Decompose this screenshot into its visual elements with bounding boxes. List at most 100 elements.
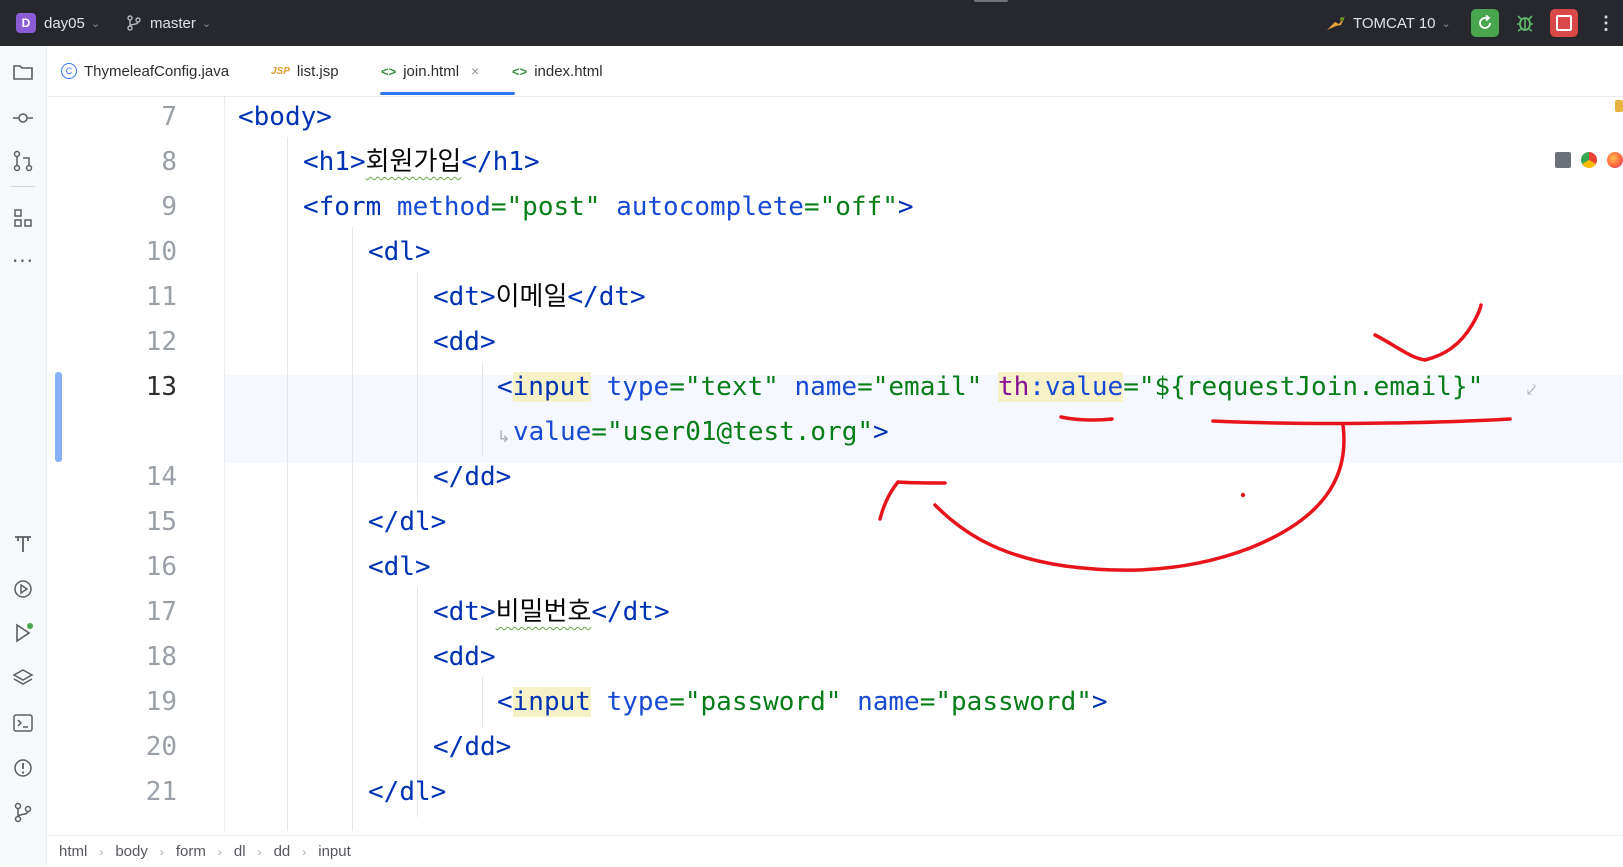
- layers-icon[interactable]: [11, 666, 35, 690]
- tag-name: dl: [399, 777, 431, 807]
- attribute-value: "off": [819, 192, 898, 222]
- code-line: <dt>이메일</dt>: [433, 277, 646, 317]
- tag-bracket: >: [630, 282, 646, 312]
- tag-bracket: >: [873, 417, 889, 447]
- equals: =: [669, 687, 685, 717]
- text-content: 회원가입: [365, 147, 462, 177]
- code-line: <dt>비밀번호</dt>: [433, 592, 670, 632]
- tab-list-jsp[interactable]: JSP list.jsp: [271, 46, 339, 96]
- attribute-name: type: [590, 687, 670, 717]
- close-icon[interactable]: ×: [471, 63, 479, 79]
- tag-bracket: >: [495, 732, 512, 762]
- attribute-value: "password": [935, 687, 1092, 717]
- attribute-value: "user01@test.org": [606, 417, 874, 447]
- tag-name: dl: [383, 552, 415, 582]
- stop-button[interactable]: [1550, 9, 1578, 37]
- folder-icon[interactable]: [11, 60, 35, 84]
- equals: =: [803, 192, 820, 222]
- tag-name-matched: input: [512, 687, 591, 717]
- tag-bracket: >: [495, 462, 512, 492]
- run-icon[interactable]: [11, 621, 35, 645]
- git-branch-icon: [127, 15, 141, 31]
- line-number: 14: [145, 462, 177, 492]
- breadcrumb-item[interactable]: dd: [274, 843, 291, 860]
- tomcat-icon: [1327, 16, 1345, 30]
- project-selector[interactable]: D day05 ⌄: [16, 0, 100, 46]
- run-config-selector[interactable]: TOMCAT 10 ⌄: [1325, 0, 1451, 46]
- indent-guide: [417, 272, 418, 502]
- breadcrumb-item[interactable]: body: [115, 843, 148, 860]
- text-format-icon[interactable]: [11, 532, 35, 556]
- git-icon[interactable]: [11, 800, 35, 824]
- tag-bracket: >: [653, 597, 670, 627]
- attribute-name: value: [1044, 372, 1124, 402]
- structure-icon[interactable]: [11, 206, 35, 230]
- chevron-right-icon: ›: [257, 844, 262, 859]
- rerun-button[interactable]: [1471, 9, 1499, 37]
- indent-guide: [482, 677, 483, 727]
- tag-name: dt: [448, 282, 480, 312]
- debug-button[interactable]: [1511, 9, 1539, 37]
- tag-bracket: <: [433, 327, 449, 357]
- terminal-icon[interactable]: [11, 711, 35, 735]
- tag-bracket: >: [430, 507, 447, 537]
- tag-bracket: >: [479, 327, 496, 357]
- chevron-down-icon: ⌄: [201, 17, 212, 30]
- chevron-right-icon: ›: [99, 844, 104, 859]
- namespace-colon: :: [1029, 372, 1045, 402]
- line-number: 15: [145, 507, 177, 537]
- title-bar: D day05 ⌄ master ⌄ TOMCAT 10 ⌄ ⋮: [0, 0, 1623, 46]
- tag-bracket: >: [897, 192, 914, 222]
- equals: =: [591, 417, 607, 447]
- intellij-browser-icon[interactable]: [1555, 152, 1571, 168]
- tab-label: join.html: [403, 62, 460, 80]
- inspection-indicator-icon[interactable]: [1615, 100, 1623, 112]
- breadcrumb-item[interactable]: html: [59, 843, 87, 860]
- firefox-icon[interactable]: [1607, 152, 1623, 168]
- tag-name: dd: [464, 462, 496, 492]
- tag-name: h1: [492, 147, 524, 177]
- commit-icon[interactable]: [11, 106, 35, 130]
- more-actions-button[interactable]: ⋮: [1592, 9, 1620, 37]
- gutter-separator: [224, 97, 225, 831]
- tag-name: dt: [598, 282, 631, 312]
- tab-index-html[interactable]: <> index.html: [512, 46, 603, 96]
- tag-bracket: <: [238, 102, 254, 132]
- breadcrumb-item[interactable]: dl: [234, 843, 246, 860]
- tag-bracket: <: [303, 147, 319, 177]
- code-line: </dd>: [433, 457, 511, 497]
- attribute-value: "${requestJoin.email}": [1138, 372, 1484, 402]
- attribute-name: value: [513, 417, 592, 447]
- tag-bracket: >: [430, 777, 447, 807]
- indent-guide: [482, 362, 483, 457]
- tag-name: dt: [622, 597, 654, 627]
- pull-request-icon[interactable]: [11, 149, 35, 173]
- code-editor[interactable]: 7 8 9 10 11 12 13 14 15 16 17 18 19 20 2…: [47, 97, 1623, 831]
- tab-thymeleafconfig[interactable]: C ThymeleafConfig.java: [61, 46, 229, 96]
- soft-wrap-icon: ⤦: [1527, 380, 1537, 399]
- more-vertical-icon: ⋮: [1597, 12, 1615, 33]
- tab-label: index.html: [534, 62, 603, 80]
- tag-bracket: </: [591, 597, 623, 627]
- more-tools-icon[interactable]: ···: [11, 249, 35, 273]
- chrome-icon[interactable]: [1581, 152, 1597, 168]
- tag-bracket: <: [303, 192, 319, 222]
- project-name: day05: [44, 14, 85, 32]
- breadcrumb: html › body › form › dl › dd › input: [47, 835, 1623, 867]
- problems-icon[interactable]: [11, 756, 35, 780]
- tag-name: dd: [448, 327, 480, 357]
- tag-bracket: </: [368, 777, 400, 807]
- services-icon[interactable]: [11, 577, 35, 601]
- tag-name: dd: [448, 642, 480, 672]
- attribute-name: method: [381, 192, 491, 222]
- branch-selector[interactable]: master ⌄: [126, 0, 211, 46]
- code-line: <h1>회원가입</h1>: [303, 142, 540, 182]
- tag-bracket: <: [497, 372, 513, 402]
- equals: =: [1123, 372, 1139, 402]
- breadcrumb-item[interactable]: form: [176, 843, 206, 860]
- tab-join-html[interactable]: <> join.html ×: [381, 46, 479, 96]
- breadcrumb-item[interactable]: input: [318, 843, 351, 860]
- tag-bracket: <: [433, 597, 449, 627]
- html-file-icon: <>: [512, 63, 528, 79]
